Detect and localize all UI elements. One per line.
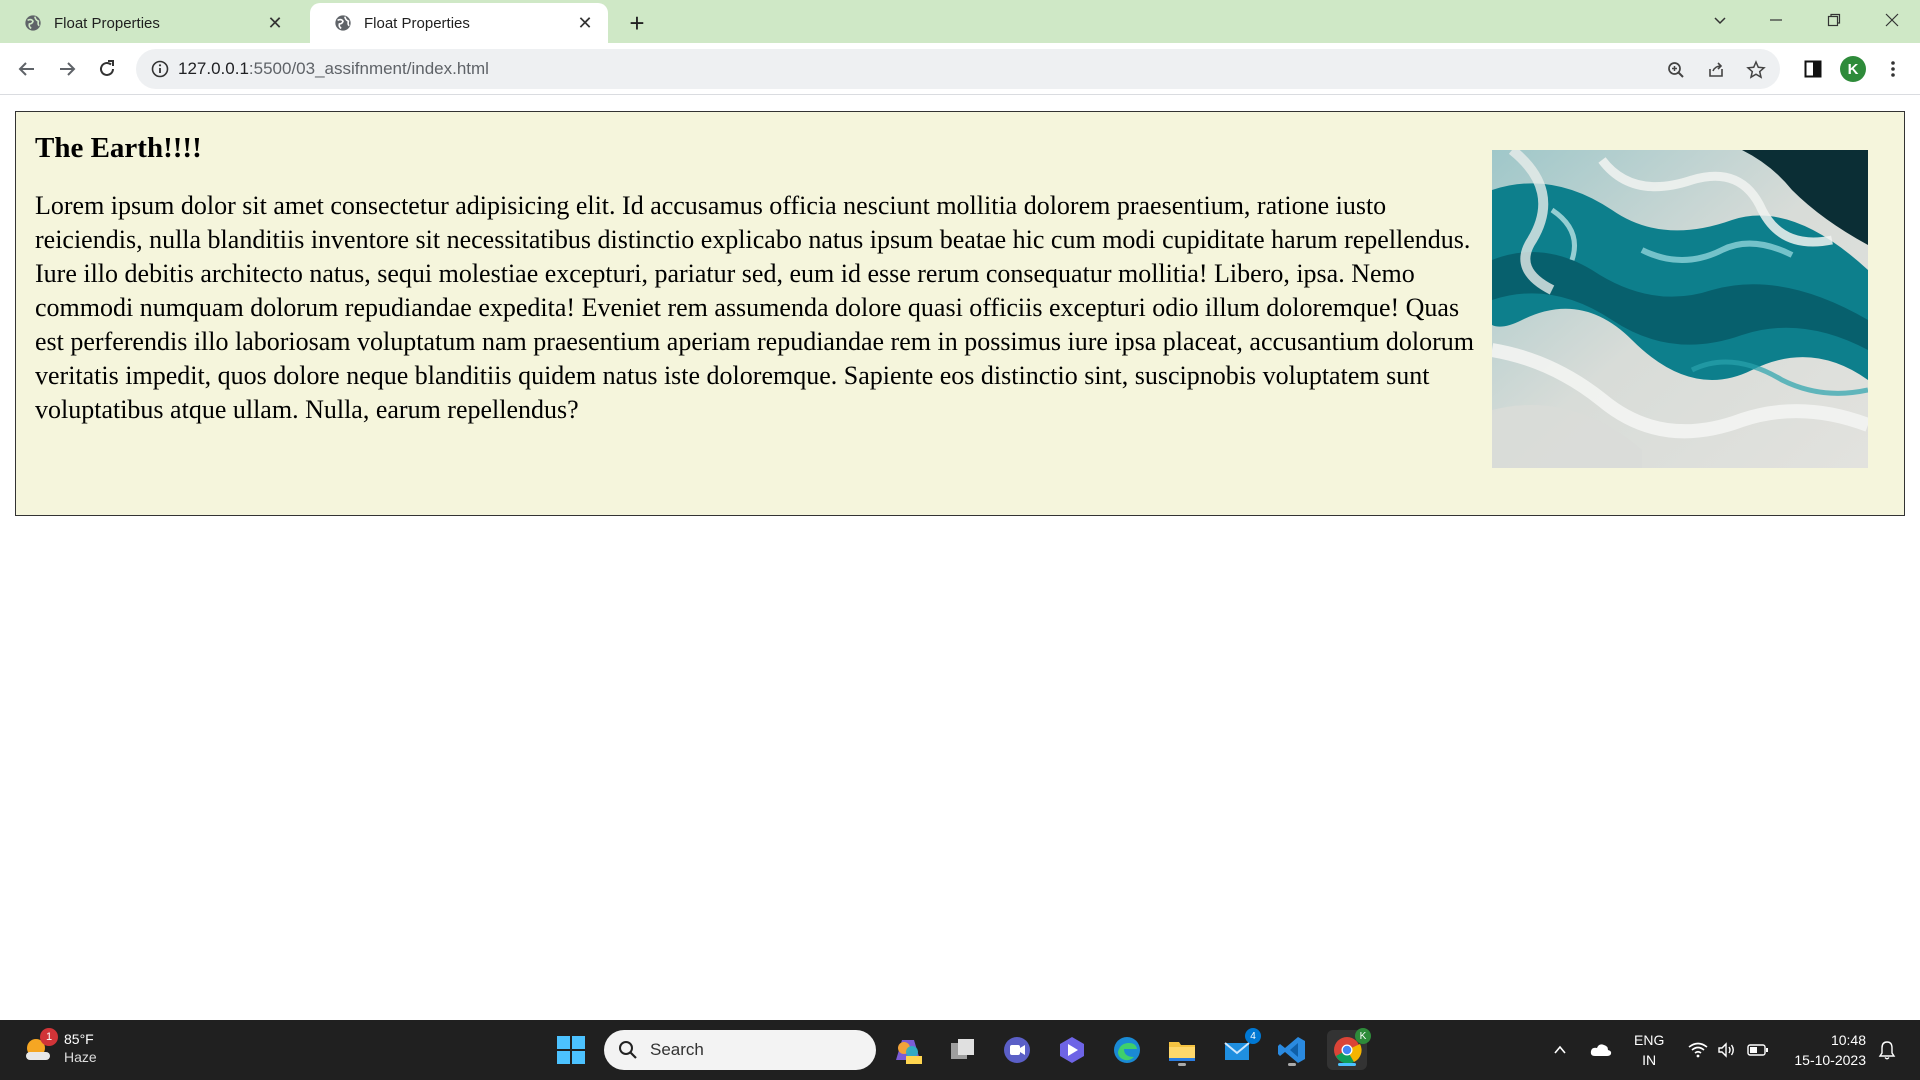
onedrive-cloud-icon[interactable] — [1586, 1030, 1616, 1070]
new-tab-button[interactable]: + — [620, 6, 654, 40]
weather-widget[interactable]: 1 85°F Haze — [22, 1028, 97, 1066]
body-paragraph: Lorem ipsum dolor sit amet consectetur a… — [35, 191, 1474, 424]
page-viewport: The Earth!!!! Lorem ipsum dolor sit amet… — [0, 96, 1920, 1020]
windows-taskbar: 1 85°F Haze Search 4 K ENG IN 10:48 15-1… — [0, 1020, 1920, 1080]
weather-condition: Haze — [64, 1049, 97, 1065]
close-tab-icon[interactable]: ✕ — [574, 12, 596, 34]
url-path: :5500/03_assifnment/index.html — [248, 59, 489, 78]
address-bar[interactable]: 127.0.0.1:5500/03_assifnment/index.html — [136, 49, 1780, 89]
close-tab-icon[interactable]: ✕ — [264, 12, 286, 34]
tab-title: Float Properties — [364, 14, 470, 32]
share-icon[interactable] — [1704, 58, 1728, 82]
back-button[interactable] — [10, 52, 44, 86]
running-indicator — [1178, 1063, 1186, 1066]
forward-arrow-icon — [60, 62, 76, 76]
close-window-button[interactable] — [1864, 0, 1920, 40]
language-indicator[interactable]: ENG IN — [1634, 1030, 1664, 1070]
taskbar-clock[interactable]: 10:48 15-10-2023 — [1794, 1030, 1866, 1070]
clock-date: 15-10-2023 — [1794, 1052, 1866, 1068]
weather-badge: 1 — [40, 1028, 58, 1046]
chrome-icon[interactable]: K — [1327, 1028, 1371, 1070]
task-view-icon[interactable] — [943, 1030, 983, 1070]
language-line1: ENG — [1634, 1032, 1665, 1048]
side-panel-icon[interactable] — [1796, 52, 1830, 86]
clock-time: 10:48 — [1830, 1032, 1866, 1048]
profile-avatar-button[interactable]: K — [1836, 52, 1870, 86]
mail-icon[interactable]: 4 — [1217, 1028, 1261, 1070]
vscode-icon[interactable] — [1272, 1030, 1312, 1070]
url-text[interactable]: 127.0.0.1:5500/03_assifnment/index.html — [178, 59, 489, 79]
forward-button[interactable] — [50, 52, 84, 86]
globe-icon — [335, 15, 351, 31]
start-windows-icon[interactable] — [551, 1030, 591, 1070]
copilot-preview-icon[interactable] — [888, 1030, 928, 1070]
mail-badge: 4 — [1245, 1028, 1261, 1044]
zoom-icon[interactable] — [1664, 58, 1688, 82]
search-label: Search — [650, 1040, 704, 1059]
bookmark-star-icon[interactable] — [1744, 58, 1768, 82]
running-indicator — [1338, 1063, 1356, 1066]
tab-title: Float Properties — [54, 14, 160, 32]
content-box: The Earth!!!! Lorem ipsum dolor sit amet… — [15, 111, 1905, 516]
reload-button[interactable] — [90, 52, 124, 86]
taskbar-search-input[interactable]: Search — [604, 1030, 876, 1070]
show-hidden-icons-chevron-icon[interactable] — [1548, 1030, 1572, 1070]
battery-icon[interactable] — [1744, 1030, 1772, 1070]
teams-chat-icon[interactable] — [997, 1030, 1037, 1070]
avatar: K — [1840, 56, 1866, 82]
wifi-icon[interactable] — [1684, 1030, 1712, 1070]
tab-float-properties-2[interactable]: Float Properties ✕ — [310, 3, 608, 43]
running-indicator — [1288, 1063, 1296, 1066]
file-explorer-icon[interactable] — [1162, 1030, 1202, 1070]
globe-icon — [25, 15, 41, 31]
tab-strip: Float Properties ✕ Float Properties ✕ + — [0, 0, 1920, 43]
url-host: 127.0.0.1 — [178, 59, 249, 78]
weather-temperature: 85°F — [64, 1031, 94, 1047]
tab-search-chevron-icon[interactable] — [1692, 0, 1748, 40]
back-arrow-icon — [18, 62, 34, 76]
search-icon — [619, 1041, 637, 1059]
notification-bell-icon[interactable] — [1874, 1030, 1900, 1070]
browser-toolbar: 127.0.0.1:5500/03_assifnment/index.html … — [0, 43, 1920, 95]
bing-copilot-icon[interactable] — [1052, 1030, 1092, 1070]
volume-icon[interactable] — [1714, 1030, 1740, 1070]
chrome-profile-badge: K — [1355, 1028, 1371, 1044]
restore-button[interactable] — [1806, 0, 1862, 40]
language-line2: IN — [1642, 1052, 1657, 1068]
menu-kebab-icon[interactable] — [1876, 52, 1910, 86]
tab-float-properties-1[interactable]: Float Properties ✕ — [0, 3, 298, 43]
minimize-button[interactable] — [1748, 0, 1804, 40]
teal-marble-image — [1492, 150, 1868, 468]
edge-browser-icon[interactable] — [1107, 1030, 1147, 1070]
site-info-icon[interactable] — [150, 59, 170, 79]
reload-icon — [100, 60, 114, 76]
weather-sun-icon: 1 — [22, 1028, 58, 1064]
